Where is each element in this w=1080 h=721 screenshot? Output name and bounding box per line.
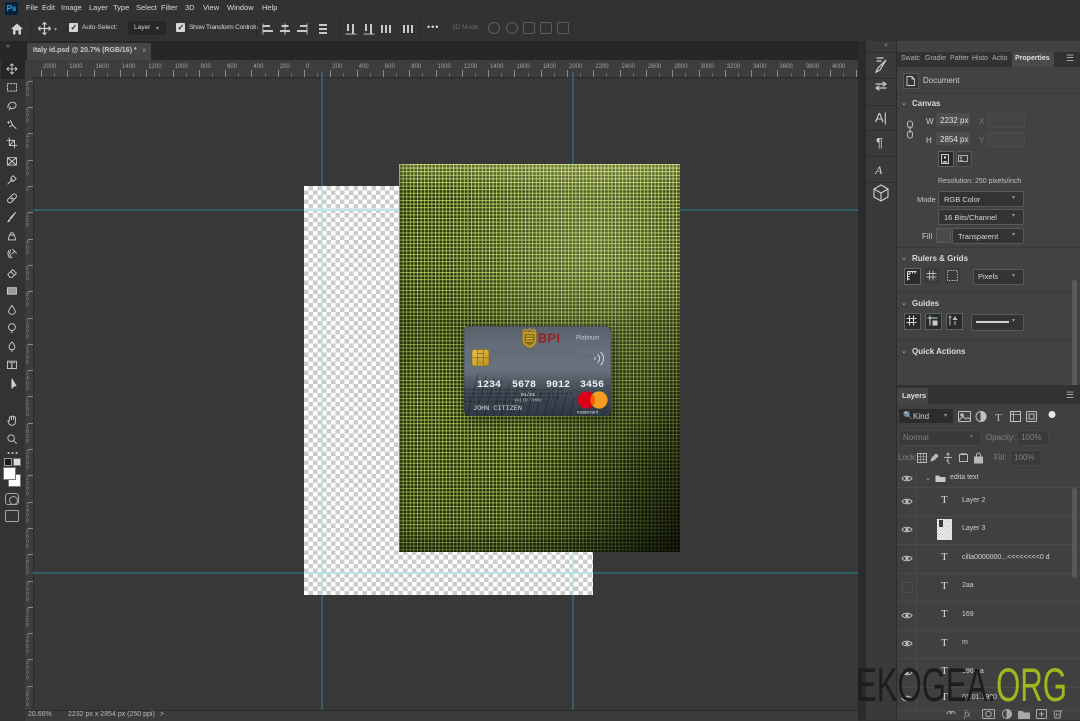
svg-text:3456: 3456 [580,380,604,391]
svg-text:T: T [9,361,16,372]
svg-text:A: A [874,163,883,177]
svg-text:9012: 9012 [546,380,570,391]
svg-text:Platinum: Platinum [576,336,599,342]
svg-text:5678: 5678 [512,380,536,391]
svg-text:mastercard: mastercard [577,410,599,415]
svg-text:01/23: 01/23 [521,392,535,398]
svg-text:VALID THRU: VALID THRU [514,398,542,404]
svg-text:¶: ¶ [876,135,883,150]
svg-text:T: T [995,412,1002,423]
svg-text:A|: A| [875,110,887,125]
svg-text:1234: 1234 [477,380,501,391]
svg-text:JOHN CITIZEN: JOHN CITIZEN [473,405,522,413]
svg-text:BPI: BPI [538,332,560,346]
